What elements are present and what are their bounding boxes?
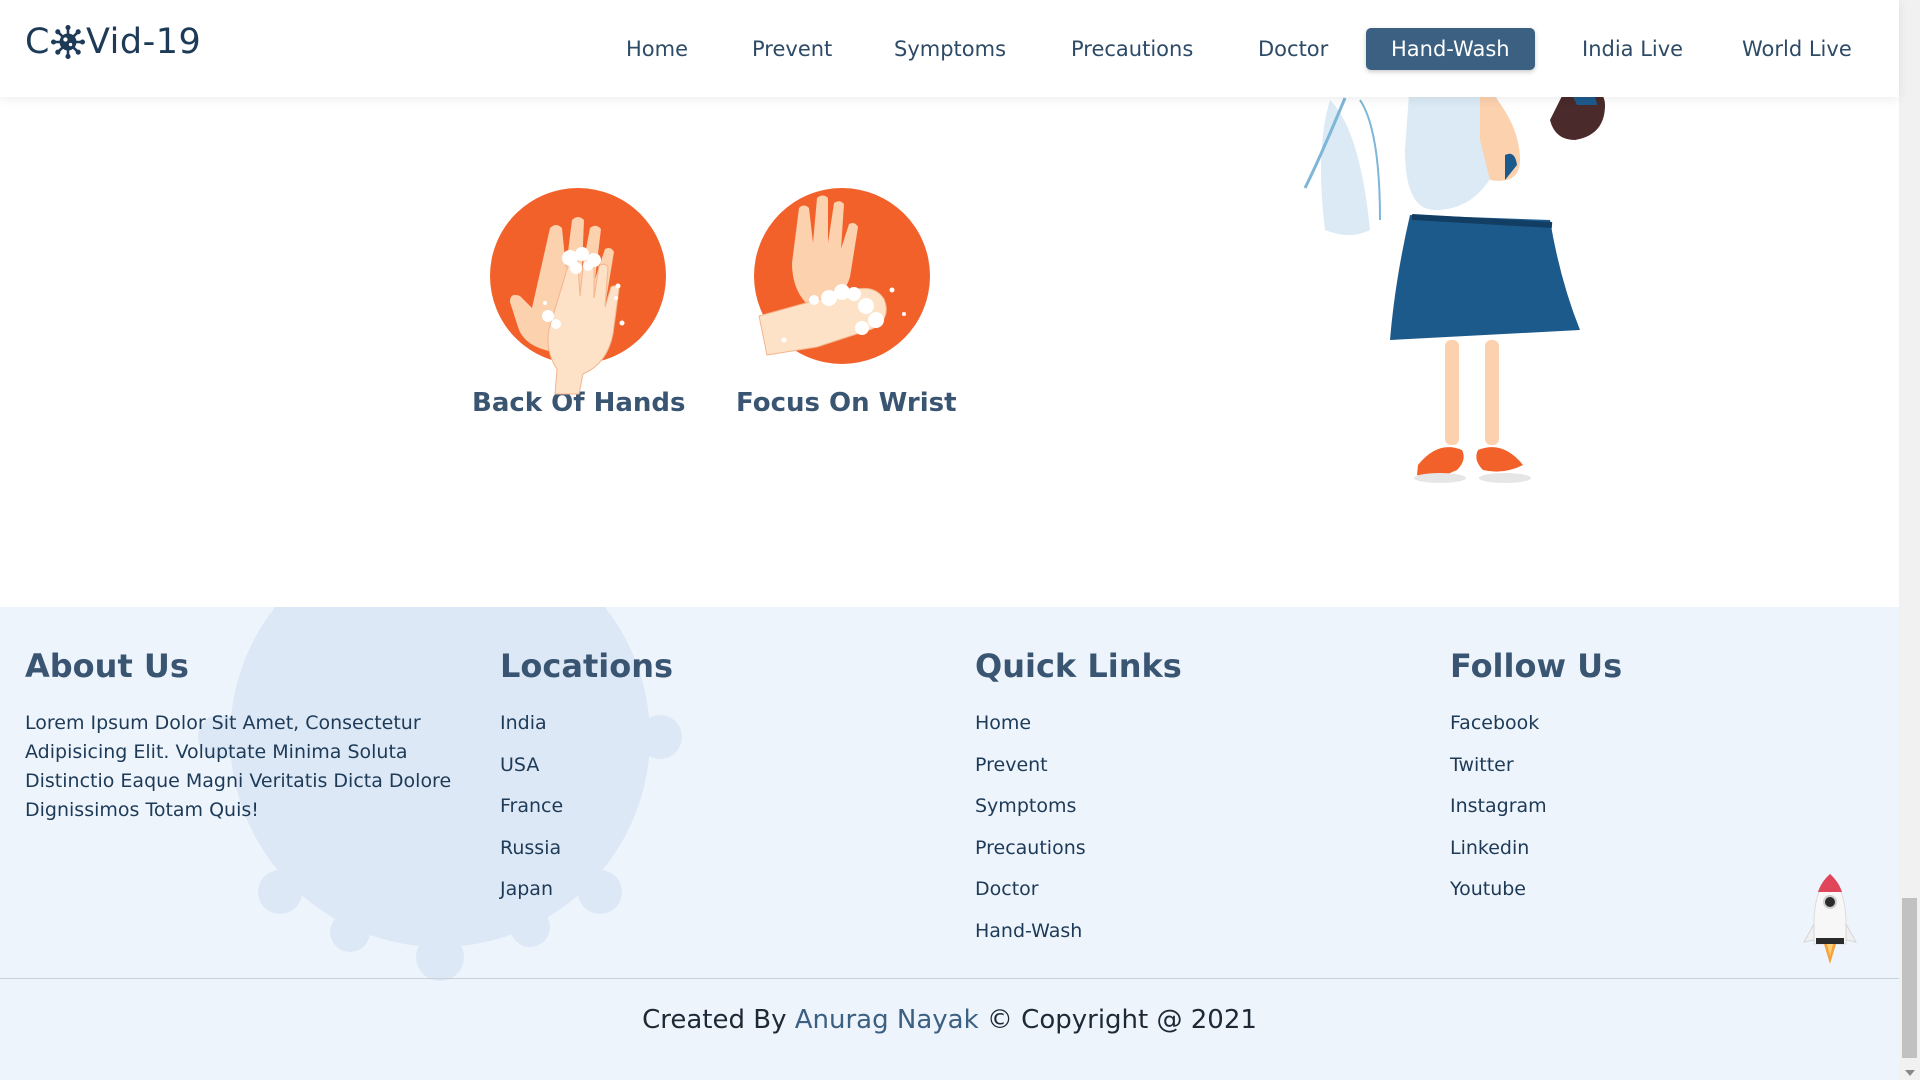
girl-washing-illustration	[1303, 80, 1605, 483]
scroll-to-top-rocket-icon[interactable]	[1800, 872, 1860, 968]
footer-quick-link[interactable]: Precautions	[975, 834, 1182, 876]
footer-social-link[interactable]: Instagram	[1450, 792, 1622, 834]
nav-precautions[interactable]: Precautions	[1046, 28, 1218, 70]
footer-location-link[interactable]: France	[500, 792, 673, 834]
step-label: Focus On Wrist	[736, 388, 957, 418]
nav-hand-wash[interactable]: Hand-Wash	[1366, 28, 1535, 70]
footer-credit: Created By Anurag Nayak © Copyright @ 20…	[0, 1005, 1899, 1035]
footer-heading-about: About Us	[25, 647, 189, 685]
footer-about-text: Lorem Ipsum Dolor Sit Amet, Consectetur …	[25, 712, 452, 821]
footer-heading-follow: Follow Us	[1450, 647, 1623, 685]
footer-social-link[interactable]: Twitter	[1450, 751, 1622, 793]
credit-author-link[interactable]: Anurag Nayak	[795, 1005, 979, 1035]
footer-social-link[interactable]: Youtube	[1450, 875, 1622, 917]
footer-heading-locations: Locations	[500, 647, 674, 685]
footer-quick-link[interactable]: Hand-Wash	[975, 917, 1182, 959]
nav-india-live[interactable]: India Live	[1557, 28, 1708, 70]
nav-doctor[interactable]: Doctor	[1233, 28, 1353, 70]
hands-soap-icon	[490, 188, 666, 395]
footer-social-link[interactable]: Facebook	[1450, 709, 1622, 751]
footer-quick-link[interactable]: Symptoms	[975, 792, 1182, 834]
footer-follow: Follow Us Facebook Twitter Instagram Lin…	[1450, 647, 1622, 917]
credit-prefix: Created By	[642, 1005, 787, 1035]
step-card-focus-on-wrist: Focus On Wrist	[736, 188, 957, 418]
nav-symptoms[interactable]: Symptoms	[869, 28, 1031, 70]
footer-location-link[interactable]: Japan	[500, 875, 673, 917]
footer-location-link[interactable]: Russia	[500, 834, 673, 876]
footer-quick-link[interactable]: Home	[975, 709, 1182, 751]
nav-home[interactable]: Home	[601, 28, 713, 70]
wrist-wash-icon	[754, 188, 930, 364]
scrollbar-thumb[interactable]	[1902, 898, 1917, 1058]
footer-divider	[0, 978, 1899, 979]
nav-prevent[interactable]: Prevent	[727, 28, 857, 70]
footer-about: About Us Lorem Ipsum Dolor Sit Amet, Con…	[25, 647, 455, 825]
site-header: C Vid-19 Home Prevent Symptoms Precautio…	[0, 0, 1899, 97]
step-card-back-of-hands: Back Of Hands	[472, 188, 685, 418]
scroll-down-arrow-icon[interactable]	[1905, 1070, 1915, 1076]
footer-heading-quick-links: Quick Links	[975, 647, 1182, 685]
footer-quick-links: Quick Links Home Prevent Symptoms Precau…	[975, 647, 1182, 958]
nav-world-live[interactable]: World Live	[1717, 28, 1877, 70]
footer-location-link[interactable]: USA	[500, 751, 673, 793]
site-footer: About Us Lorem Ipsum Dolor Sit Amet, Con…	[0, 607, 1899, 1080]
footer-location-link[interactable]: India	[500, 709, 673, 751]
page-scrollbar[interactable]	[1899, 0, 1920, 1080]
footer-quick-link[interactable]: Doctor	[975, 875, 1182, 917]
footer-quick-link[interactable]: Prevent	[975, 751, 1182, 793]
footer-locations: Locations India USA France Russia Japan	[500, 647, 673, 917]
main-nav: Home Prevent Symptoms Precautions Doctor…	[0, 28, 1899, 70]
credit-suffix: © Copyright @ 2021	[986, 1005, 1257, 1035]
footer-social-link[interactable]: Linkedin	[1450, 834, 1622, 876]
